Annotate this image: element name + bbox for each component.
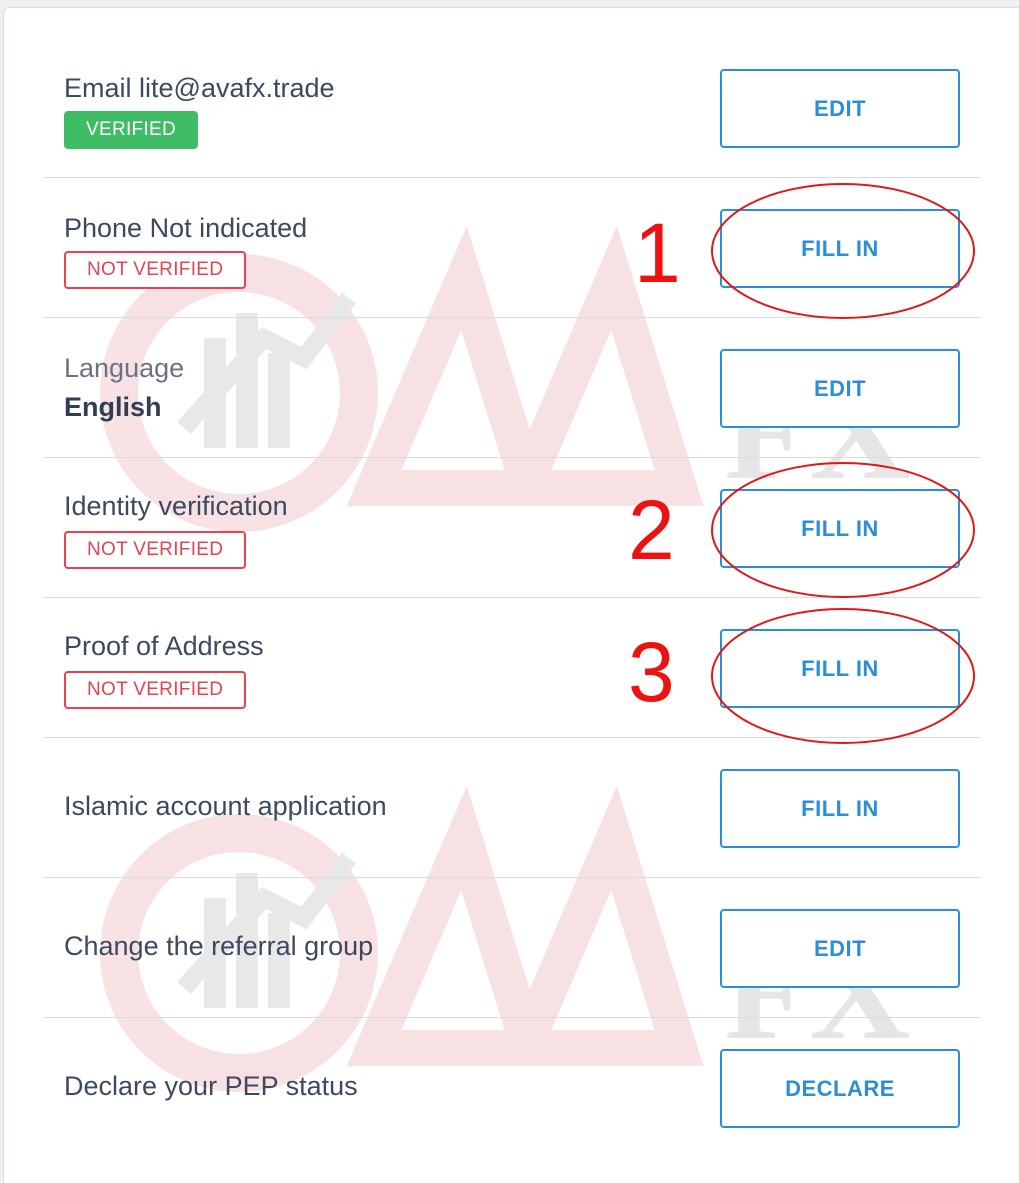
identity-label: Identity verification [64, 491, 288, 521]
referral-label: Change the referral group [64, 931, 374, 961]
phone-value: Not indicated [149, 213, 308, 243]
language-row: Language English EDIT [44, 318, 980, 458]
islamic-fill-in-button[interactable]: FILL IN [720, 769, 960, 848]
profile-settings-card: FX FX Email lite@avafx.trade VERIFIED ED… [3, 7, 1019, 1183]
address-label: Proof of Address [64, 631, 264, 661]
referral-row: Change the referral group EDIT [44, 878, 980, 1018]
email-value: lite@avafx.trade [139, 73, 335, 103]
islamic-row: Islamic account application FILL IN [44, 738, 980, 878]
phone-not-verified-badge: NOT VERIFIED [64, 251, 247, 289]
phone-row: Phone Not indicated NOT VERIFIED FILL IN [44, 178, 980, 318]
phone-fill-in-button[interactable]: FILL IN [720, 209, 960, 288]
annotation-number-2: 2 [628, 483, 675, 577]
identity-not-verified-badge: NOT VERIFIED [64, 531, 247, 569]
phone-label: Phone [64, 213, 143, 243]
email-row: Email lite@avafx.trade VERIFIED EDIT [44, 38, 980, 178]
pep-declare-button[interactable]: DECLARE [720, 1049, 960, 1128]
address-not-verified-badge: NOT VERIFIED [64, 671, 247, 709]
address-row: Proof of Address NOT VERIFIED FILL IN [44, 598, 980, 738]
email-label-line: Email lite@avafx.trade [64, 71, 335, 105]
email-edit-button[interactable]: EDIT [720, 69, 960, 148]
address-fill-in-button[interactable]: FILL IN [720, 629, 960, 708]
pep-label: Declare your PEP status [64, 1071, 358, 1101]
islamic-label: Islamic account application [64, 791, 387, 821]
annotation-number-1: 1 [634, 206, 681, 300]
language-edit-button[interactable]: EDIT [720, 349, 960, 428]
email-verified-badge: VERIFIED [64, 111, 199, 149]
email-label: Email [64, 73, 132, 103]
phone-label-line: Phone Not indicated [64, 211, 307, 245]
language-label: Language [64, 353, 185, 383]
language-value: English [64, 392, 162, 422]
referral-edit-button[interactable]: EDIT [720, 909, 960, 988]
identity-fill-in-button[interactable]: FILL IN [720, 489, 960, 568]
identity-row: Identity verification NOT VERIFIED FILL … [44, 458, 980, 598]
pep-row: Declare your PEP status DECLARE [44, 1018, 980, 1158]
annotation-number-3: 3 [628, 625, 675, 719]
